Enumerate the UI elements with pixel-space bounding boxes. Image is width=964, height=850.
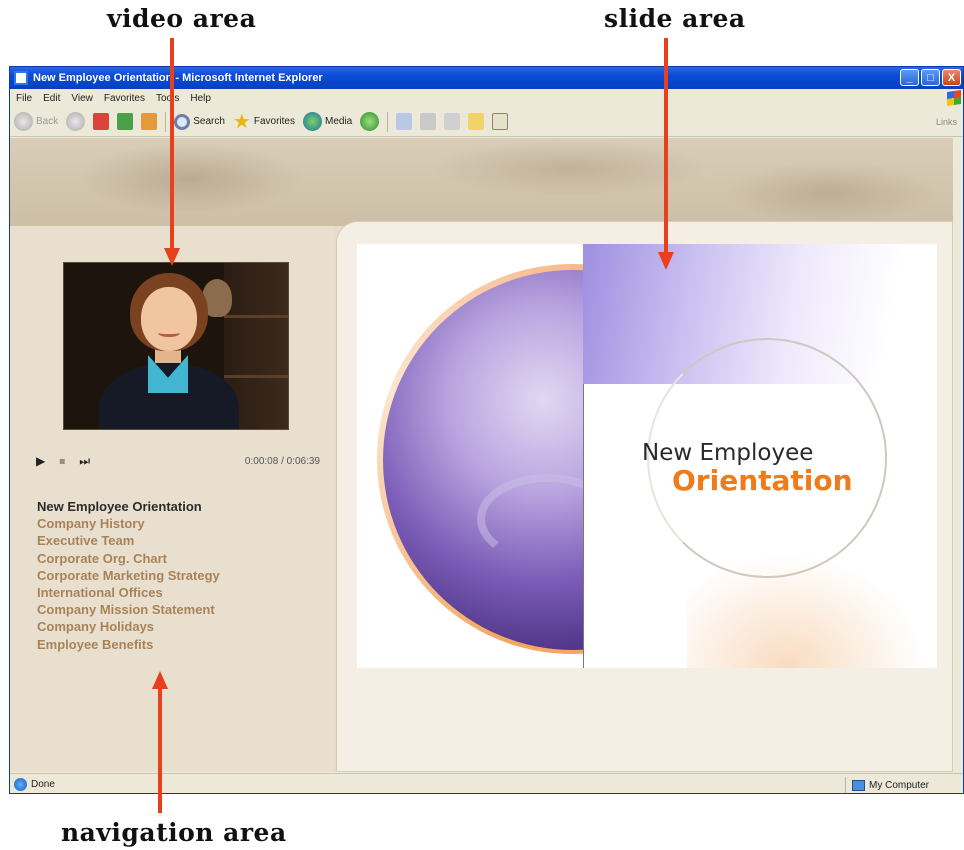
callout-video-area: video area <box>107 4 257 33</box>
stop-icon[interactable]: ⏹ <box>59 454 65 469</box>
toolbar: Back Search ★ Favorites Media Links <box>10 107 963 137</box>
favorites-button[interactable]: ★ Favorites <box>232 110 295 133</box>
status-text: Done <box>31 779 55 790</box>
maximize-button[interactable]: □ <box>921 69 940 86</box>
callout-slide-area: slide area <box>604 4 746 33</box>
menu-bar: File Edit View Favorites Tools Help <box>10 89 963 107</box>
player-controls: ▶ ⏹ ⏭ 0:00:08 / 0:06:39 <box>36 451 326 471</box>
menu-favorites[interactable]: Favorites <box>104 93 145 104</box>
navigation-arrow-shaft <box>158 687 162 813</box>
windows-logo-icon <box>947 90 961 106</box>
video-player[interactable] <box>63 262 289 430</box>
timecode: 0:00:08 / 0:06:39 <box>244 455 320 467</box>
messenger-icon[interactable] <box>492 113 509 130</box>
presenter-body <box>99 363 239 429</box>
ie-icon <box>14 71 28 85</box>
history-icon[interactable] <box>360 112 380 131</box>
toolbar-divider <box>165 111 167 132</box>
menu-view[interactable]: View <box>71 93 93 104</box>
close-button[interactable]: X <box>942 69 961 86</box>
window-controls: _ □ X <box>900 69 961 86</box>
slide-arrow-shaft <box>664 38 668 254</box>
menu-help[interactable]: Help <box>190 93 211 104</box>
nav-item-new-employee-orientation[interactable]: New Employee Orientation <box>37 498 327 515</box>
media-icon <box>302 112 322 131</box>
minimize-button[interactable]: _ <box>900 69 919 86</box>
toolbar-divider <box>387 111 389 132</box>
skip-icon[interactable]: ⏭ <box>79 454 90 469</box>
slide-title-line2: Orientation <box>672 464 853 497</box>
search-icon <box>174 113 191 130</box>
title-bar[interactable]: New Employee Orientation - Microsoft Int… <box>10 67 963 89</box>
edit-icon[interactable] <box>444 113 461 130</box>
computer-icon <box>852 779 865 791</box>
slide-arrow-head <box>658 252 674 270</box>
menu-file[interactable]: File <box>16 93 32 104</box>
video-arrow-shaft <box>170 38 174 250</box>
navigation-list: New Employee Orientation Company History… <box>37 498 327 653</box>
zone-label: My Computer <box>869 779 930 791</box>
back-arrow-icon <box>14 112 33 131</box>
slide-peach-wash <box>687 544 937 668</box>
nav-item-company-mission-statement[interactable]: Company Mission Statement <box>37 601 327 618</box>
search-button[interactable]: Search <box>174 113 225 130</box>
status-bar: Done My Computer <box>10 773 963 793</box>
nav-item-company-holidays[interactable]: Company Holidays <box>37 618 327 635</box>
presenter-smile <box>158 329 180 337</box>
folder-icon[interactable] <box>468 113 485 130</box>
stop-page-icon[interactable] <box>93 113 110 130</box>
refresh-icon[interactable] <box>117 113 134 130</box>
nav-item-executive-team[interactable]: Executive Team <box>37 532 327 549</box>
slide-title-line1: New Employee <box>642 440 814 466</box>
page-status-icon <box>14 778 27 791</box>
nav-item-employee-benefits[interactable]: Employee Benefits <box>37 636 327 653</box>
forward-arrow-icon[interactable] <box>66 112 86 131</box>
home-icon[interactable] <box>141 113 158 130</box>
nav-item-international-offices[interactable]: International Offices <box>37 584 327 601</box>
media-label: Media <box>324 116 353 127</box>
search-label: Search <box>193 116 225 127</box>
nav-item-company-history[interactable]: Company History <box>37 515 327 532</box>
nav-item-corporate-org-chart[interactable]: Corporate Org. Chart <box>37 550 327 567</box>
menu-edit[interactable]: Edit <box>43 93 60 104</box>
back-button[interactable]: Back <box>14 112 58 131</box>
video-arrow-head <box>164 248 180 266</box>
callout-navigation-area: navigation area <box>61 818 287 847</box>
star-icon: ★ <box>232 110 251 133</box>
print-icon[interactable] <box>420 113 437 130</box>
window-title: New Employee Orientation - Microsoft Int… <box>33 72 323 84</box>
security-zone: My Computer <box>845 777 963 793</box>
play-icon[interactable]: ▶ <box>36 454 45 468</box>
mail-icon[interactable] <box>396 113 413 130</box>
back-label: Back <box>36 116 59 127</box>
menu-tools[interactable]: Tools <box>156 93 179 104</box>
world-map-banner <box>10 138 953 226</box>
presenter-face <box>141 287 197 351</box>
media-button[interactable]: Media <box>302 112 353 131</box>
links-label[interactable]: Links <box>936 117 957 127</box>
nav-item-corporate-marketing-strategy[interactable]: Corporate Marketing Strategy <box>37 567 327 584</box>
favorites-label: Favorites <box>253 116 295 127</box>
